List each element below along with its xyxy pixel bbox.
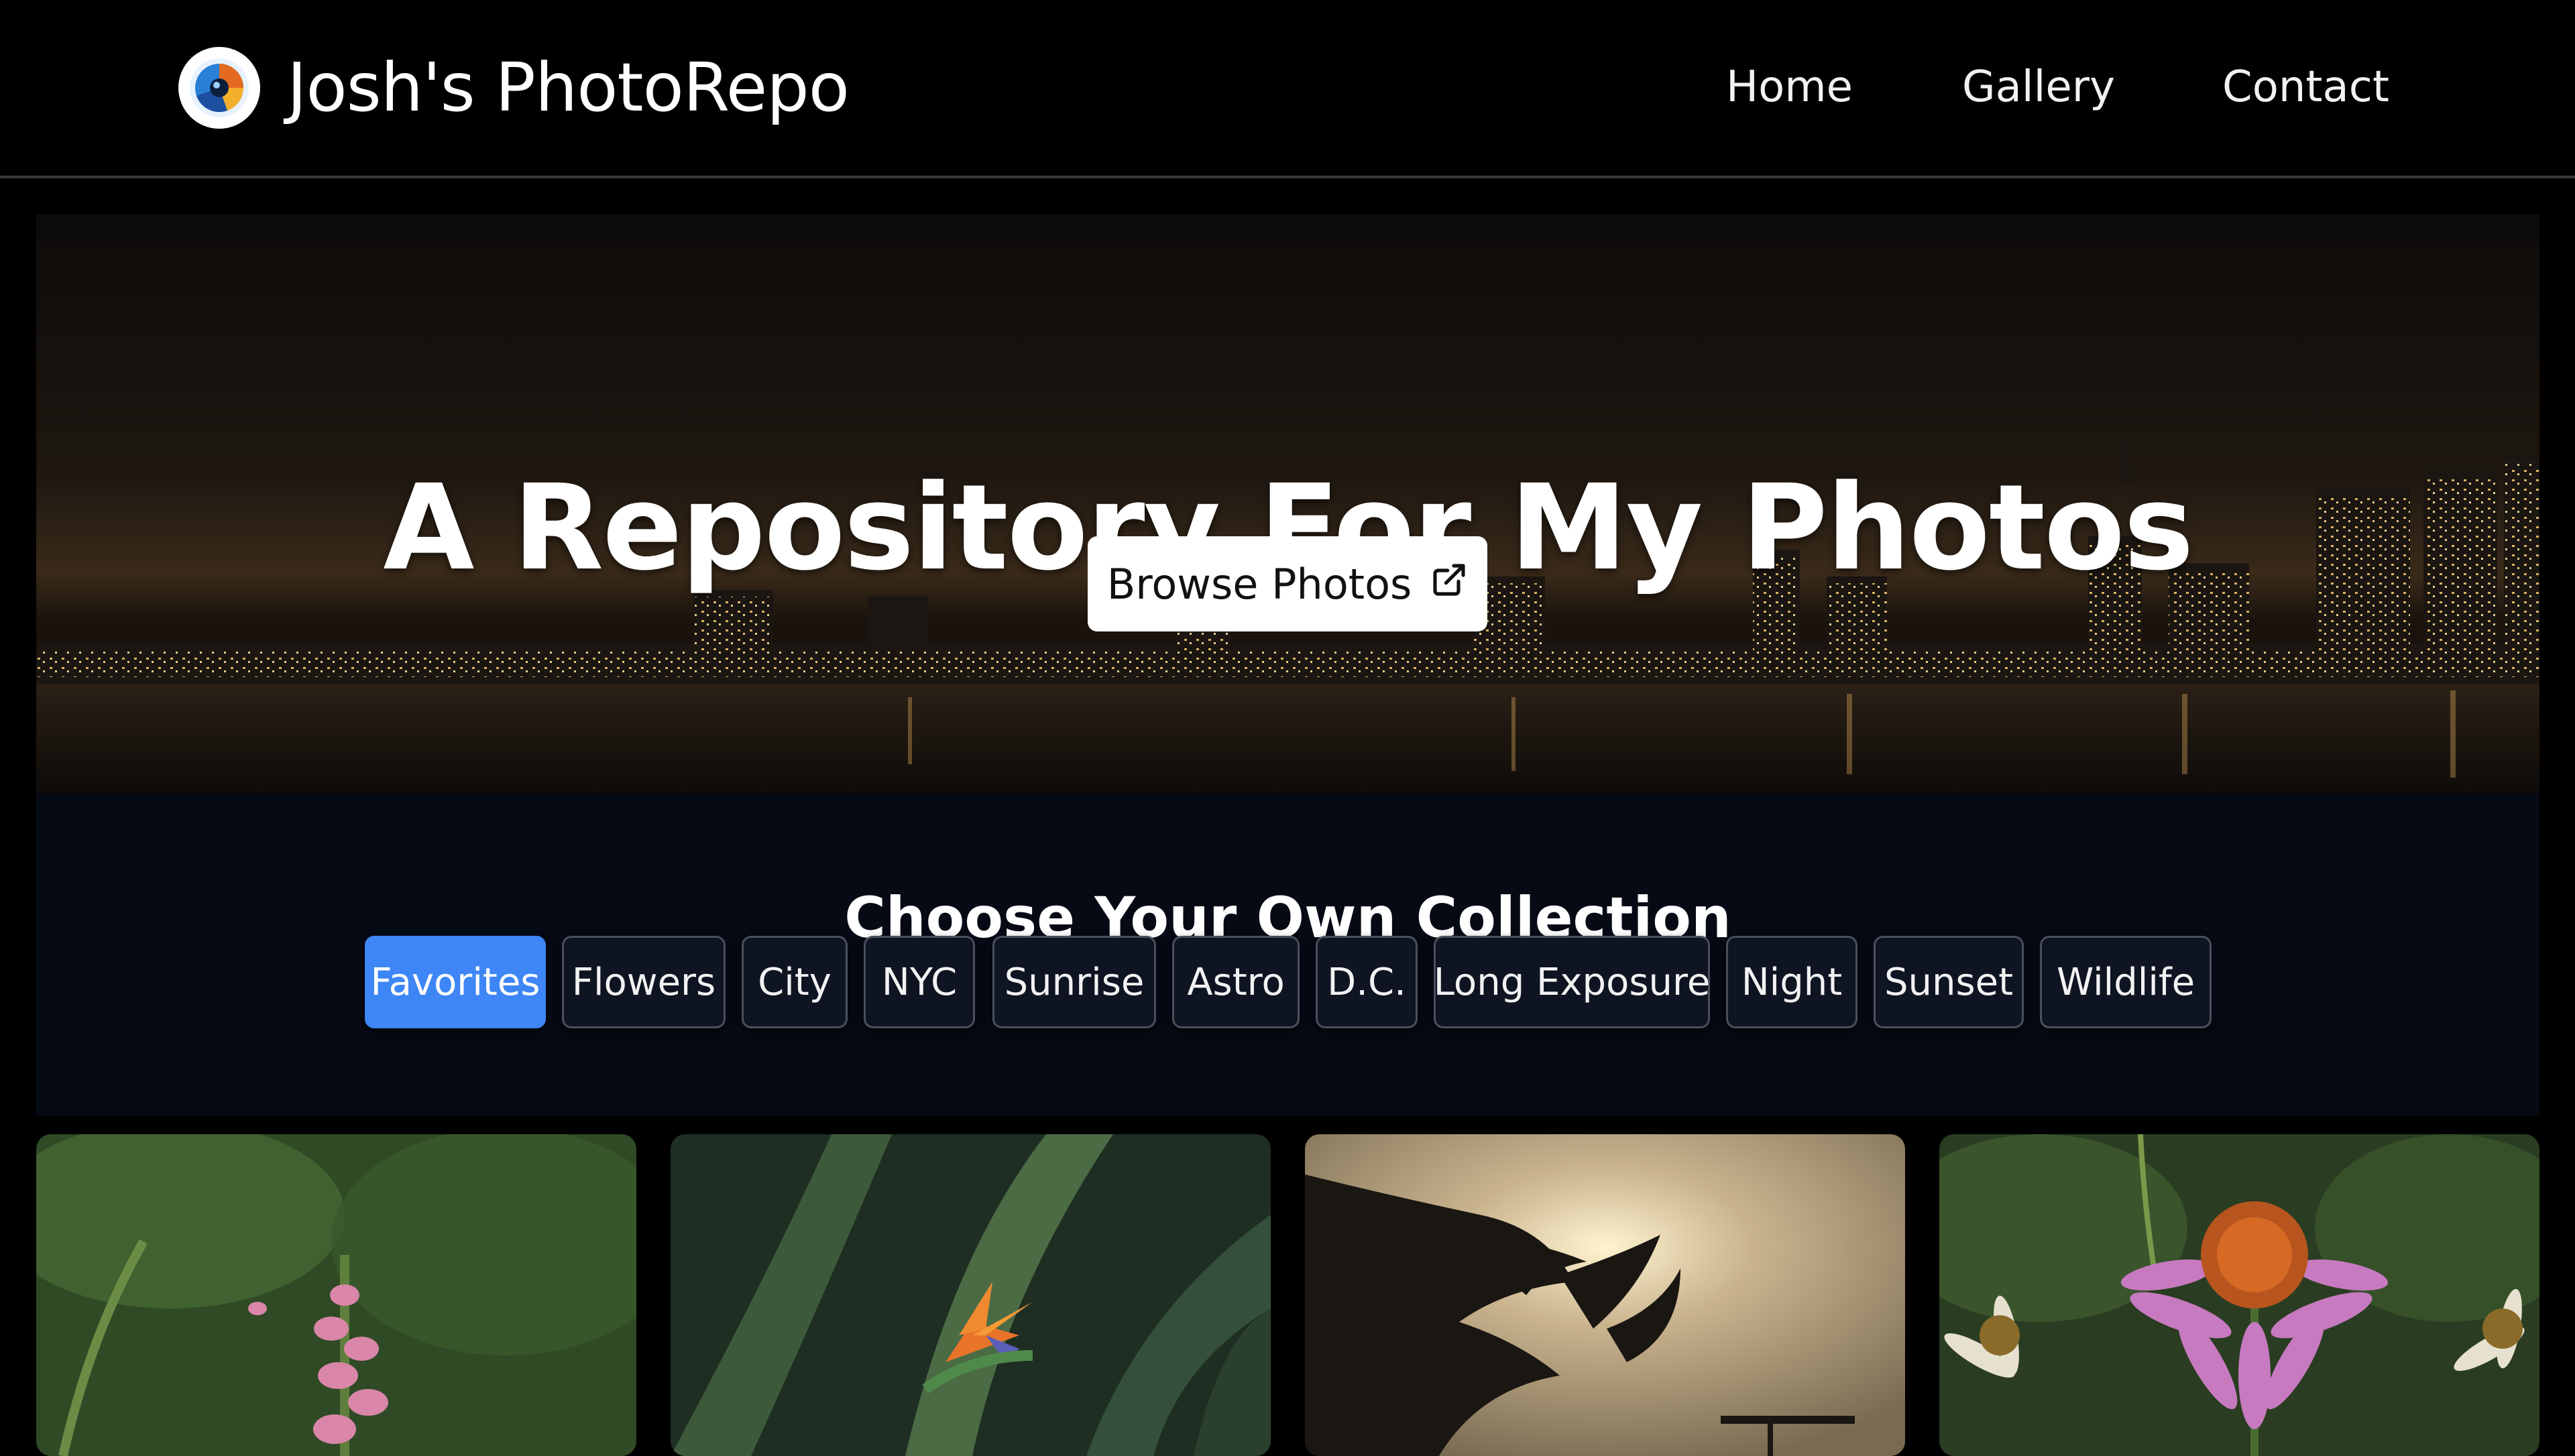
hero-banner: A Repository For My Photos Browse Photos bbox=[36, 215, 2539, 794]
bird-of-paradise-photo bbox=[671, 1134, 1271, 1456]
chip-sunset[interactable]: Sunset bbox=[1874, 936, 2024, 1028]
chip-city[interactable]: City bbox=[742, 936, 848, 1028]
brand[interactable]: Josh's PhotoRepo bbox=[178, 47, 850, 129]
browse-photos-label: Browse Photos bbox=[1106, 559, 1412, 609]
chip-night[interactable]: Night bbox=[1726, 936, 1857, 1028]
chip-flowers[interactable]: Flowers bbox=[562, 936, 726, 1028]
nav-link-gallery[interactable]: Gallery bbox=[1962, 60, 2115, 114]
external-link-icon bbox=[1430, 560, 1468, 609]
coneflower-photo bbox=[1939, 1134, 2539, 1456]
collection-chooser: Choose Your Own Collection Favorites Flo… bbox=[36, 794, 2539, 1115]
chip-sunrise[interactable]: Sunrise bbox=[992, 936, 1156, 1028]
gallery-photo-card[interactable] bbox=[1305, 1134, 1905, 1456]
snapdragon-photo bbox=[36, 1134, 636, 1456]
gallery-photo-card[interactable] bbox=[36, 1134, 636, 1456]
chip-wildlife[interactable]: Wildlife bbox=[2040, 936, 2212, 1028]
brand-title: Josh's PhotoRepo bbox=[287, 48, 850, 127]
gallery-photo-card[interactable] bbox=[671, 1134, 1271, 1456]
gallery-photo-card[interactable] bbox=[1939, 1134, 2539, 1456]
collection-chip-list: Favorites Flowers City NYC Sunrise Astro… bbox=[36, 936, 2539, 1031]
chip-long-exposure[interactable]: Long Exposure bbox=[1434, 936, 1710, 1028]
nav-link-home[interactable]: Home bbox=[1726, 60, 1853, 114]
pine-tree-sunset-photo bbox=[1305, 1134, 1905, 1456]
top-navbar: Josh's PhotoRepo Home Gallery Contact bbox=[0, 0, 2575, 178]
browse-photos-button[interactable]: Browse Photos bbox=[1088, 536, 1487, 631]
chip-astro[interactable]: Astro bbox=[1172, 936, 1300, 1028]
chip-nyc[interactable]: NYC bbox=[864, 936, 975, 1028]
camera-aperture-logo-icon bbox=[178, 47, 260, 129]
chip-dc[interactable]: D.C. bbox=[1316, 936, 1418, 1028]
nav-link-contact[interactable]: Contact bbox=[2222, 60, 2389, 114]
chip-favorites[interactable]: Favorites bbox=[365, 936, 546, 1028]
